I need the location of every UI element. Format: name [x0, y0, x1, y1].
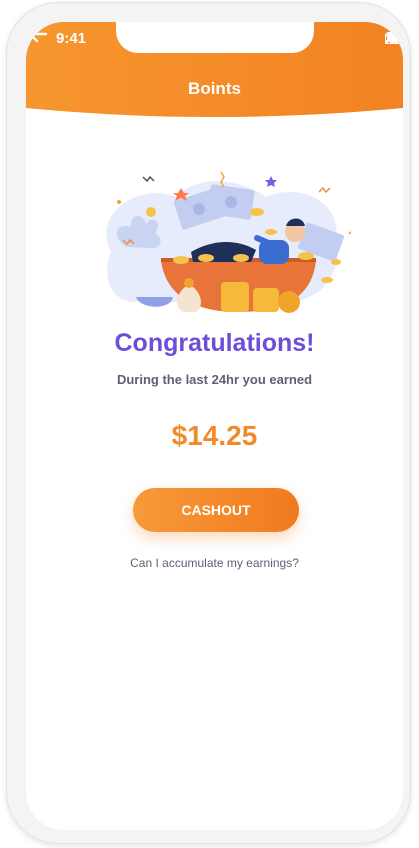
cashout-button[interactable]: CASHOUT — [133, 488, 299, 532]
accumulate-earnings-link[interactable]: Can I accumulate my earnings? — [26, 556, 403, 570]
app-screen: 9:41 Boints Congratulations! During the … — [26, 22, 403, 830]
back-arrow-icon[interactable] — [26, 22, 50, 46]
phone-frame: 9:41 Boints Congratulations! During the … — [6, 2, 411, 844]
header: 9:41 Boints — [26, 22, 403, 150]
earned-subtitle: During the last 24hr you earned — [116, 372, 313, 387]
status-time: 9:41 — [56, 30, 87, 47]
battery-icon — [385, 32, 403, 44]
page-title: Boints — [188, 79, 241, 98]
earned-amount: $14.25 — [171, 420, 258, 451]
congrats-heading: Congratulations! — [114, 329, 315, 357]
notch — [116, 22, 314, 53]
money-illustration — [106, 171, 351, 313]
